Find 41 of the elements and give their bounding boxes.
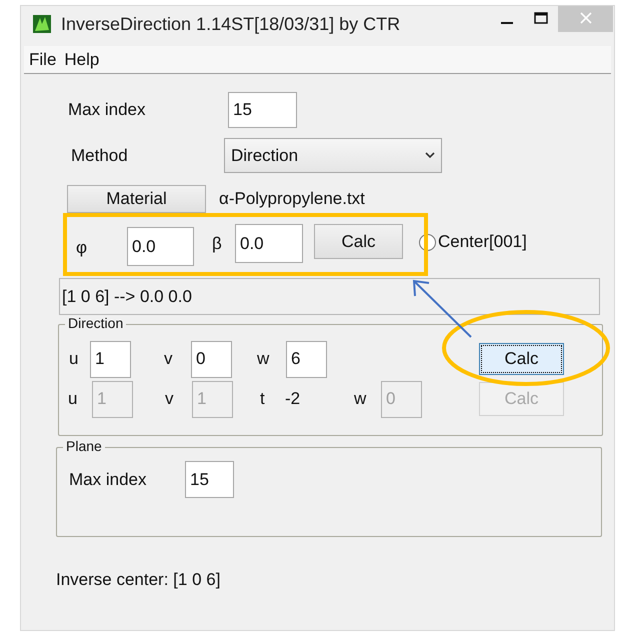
close-icon xyxy=(580,12,592,24)
field-label: w xyxy=(257,349,270,369)
calc-button[interactable]: Calc xyxy=(479,343,564,375)
input-field[interactable]: 15 xyxy=(228,92,297,128)
calc-button[interactable]: Calc xyxy=(314,224,403,259)
status-text: Inverse center: [1 0 6] xyxy=(56,570,222,590)
group-title: Direction xyxy=(65,315,126,331)
field-label: u xyxy=(69,349,80,369)
input-field[interactable]: 1 xyxy=(90,340,131,378)
maximize-icon xyxy=(534,12,548,24)
radio-label: Center[001] xyxy=(438,232,527,252)
field-label: Max index xyxy=(69,470,148,490)
menu-item[interactable]: File xyxy=(25,50,60,70)
radio-button[interactable] xyxy=(419,234,436,251)
window-title: InverseDirection 1.14ST[18/03/31] by CTR xyxy=(61,14,400,34)
field-label: β xyxy=(212,234,223,254)
input-field[interactable]: 0.0 xyxy=(127,227,194,266)
field-label: w xyxy=(354,389,368,409)
input-field[interactable]: 0 xyxy=(191,340,232,378)
dropdown-value: Direction xyxy=(231,146,298,166)
input-field[interactable]: 15 xyxy=(185,461,234,498)
field-label: u xyxy=(68,389,78,409)
field-label: Max index xyxy=(68,100,146,120)
result-field: [1 0 6] --> 0.0 0.0 xyxy=(59,278,600,315)
file-name: α-Polypropylene.txt xyxy=(219,189,365,209)
field-label: v xyxy=(165,389,174,409)
field-label: v xyxy=(164,349,174,369)
method-dropdown[interactable]: Direction xyxy=(224,138,442,173)
chevron-down-icon xyxy=(425,152,435,159)
minimize-icon xyxy=(501,22,513,24)
field-label: t xyxy=(260,389,266,409)
material-button[interactable]: Material xyxy=(67,185,206,213)
app-icon xyxy=(33,15,51,33)
menu-item[interactable]: Help xyxy=(60,50,102,70)
field-label: Method xyxy=(71,146,129,166)
value-text: -2 xyxy=(285,389,302,409)
input-field[interactable]: 0.0 xyxy=(235,224,303,263)
input-field[interactable]: 6 xyxy=(286,340,327,378)
field-label: φ xyxy=(76,238,88,258)
group-title: Plane xyxy=(63,438,105,454)
arrow xyxy=(412,280,472,338)
